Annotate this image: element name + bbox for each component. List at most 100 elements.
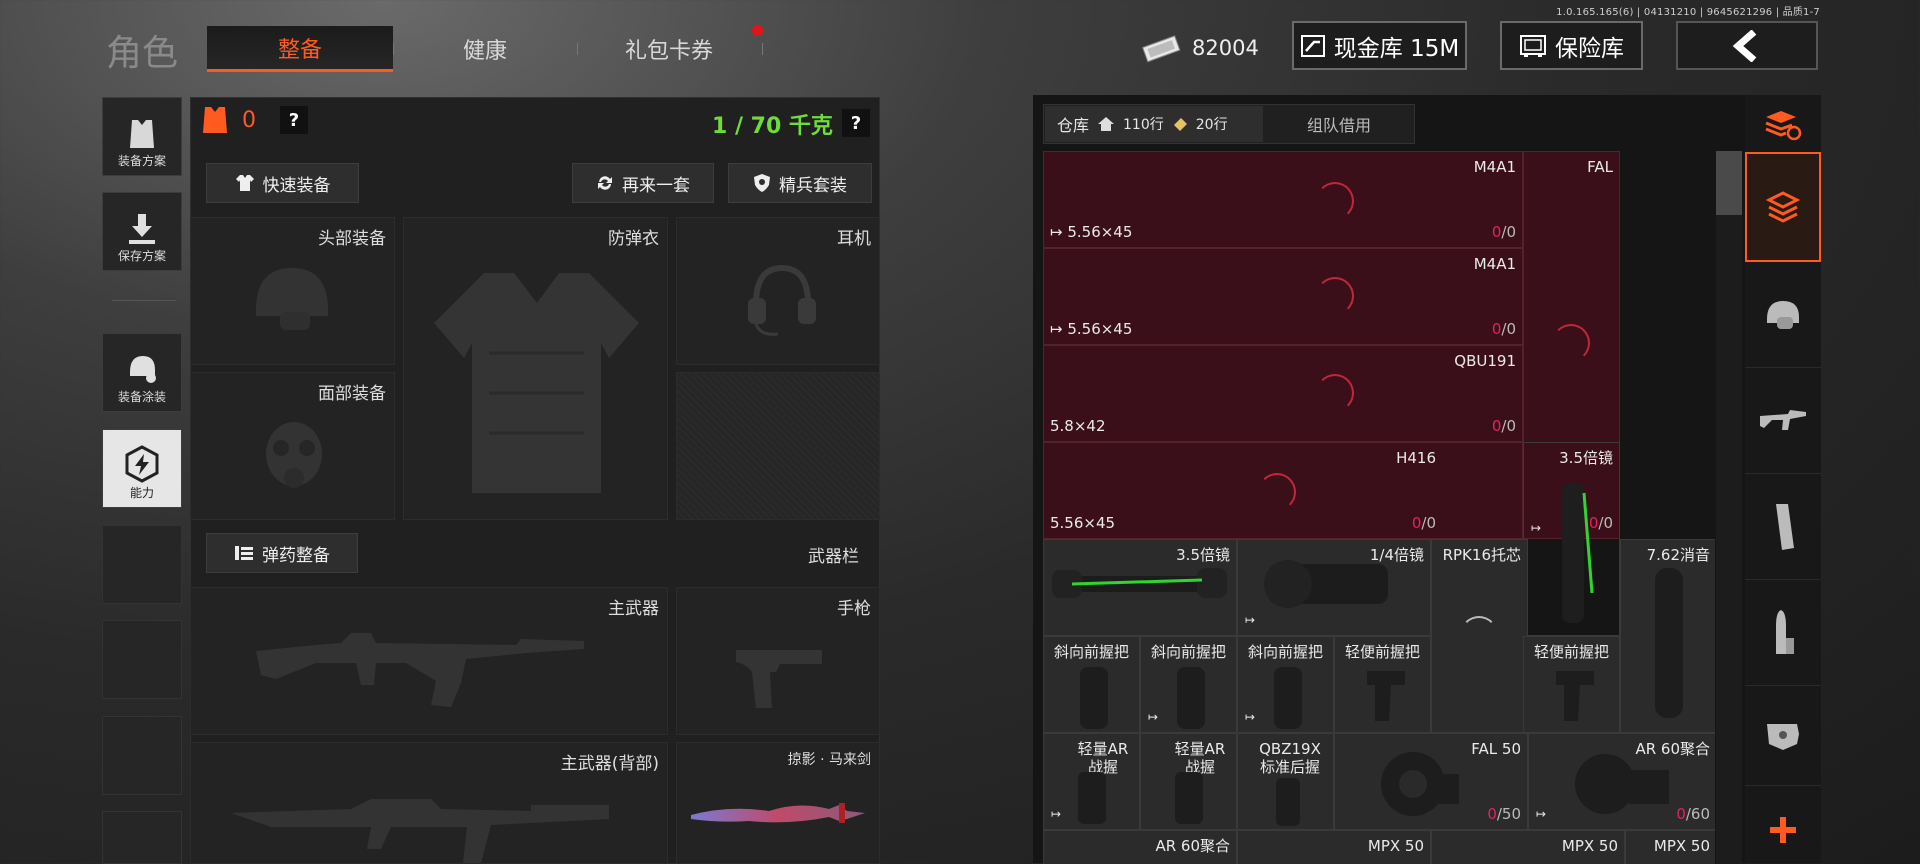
equipment-skin-button[interactable]: 装备涂装 [102,333,182,412]
drum-mag-image [1381,752,1459,816]
pistol-slot[interactable]: 手枪 [676,587,880,735]
primary-back-weapon-slot[interactable]: 主武器(背部) [190,742,668,864]
quick-equip-label: 快速装备 [262,175,331,196]
list-item[interactable]: MPX 50 [1431,830,1625,864]
ability-label: 能力 [129,486,154,500]
tab-team-borrow[interactable]: 组队借用 [1265,106,1413,142]
tab-warehouse[interactable]: 仓库 110行 20行 [1045,106,1263,142]
add-category-button[interactable] [1745,796,1821,864]
list-item[interactable]: M4A1 ↦ 5.56×45 0/0 [1043,151,1523,248]
list-item[interactable]: 7.62消音 [1620,539,1715,733]
warehouse-scrollbar[interactable] [1716,151,1742,864]
list-item[interactable]: 斜向前握把 [1043,636,1140,733]
list-item[interactable]: 轻量AR战握 [1140,733,1237,830]
grip-image [1276,778,1300,826]
item-count: 0/0 [1411,514,1436,532]
list-item[interactable]: 3.5倍镜 ↦ [1523,442,1620,636]
scrollbar-thumb[interactable] [1716,151,1742,215]
list-item[interactable]: QBU191 5.8×42 0/0 [1043,345,1523,442]
primary-weapon-slot[interactable]: 主武器 [190,587,668,735]
ability-button[interactable]: 能力 [102,429,182,508]
headset-silhouette-icon [748,264,816,336]
list-item[interactable]: H416 5.56×45 0/0 [1043,442,1523,539]
cash-vault-button[interactable]: 现金库 15M [1292,21,1467,70]
back-button[interactable] [1676,21,1818,70]
melee-label: 掠影 · 马来剑 [787,752,871,768]
loading-spinner-icon [1460,616,1498,654]
list-item[interactable]: AR 60聚合 [1043,830,1237,864]
layers-icon [1766,191,1800,223]
elite-set-button[interactable]: 精兵套装 [728,163,872,203]
tab-equip[interactable]: 整备 [207,26,393,72]
download-icon [129,214,155,244]
list-item[interactable]: M4A1 ↦ 5.56×45 0/0 [1043,248,1523,345]
category-all-button[interactable] [1745,152,1821,262]
bullet-icon [1776,609,1794,654]
item-name: 7.62消音 [1646,546,1710,564]
list-item[interactable]: 斜向前握把 ↦ [1237,636,1334,733]
face-gear-label: 面部装备 [318,384,386,404]
item-name: 3.5倍镜 [1559,449,1613,467]
helmet-icon [1767,300,1799,329]
rifle-silhouette-icon [231,799,609,863]
list-item[interactable]: FAL 50 0/50 [1334,733,1528,830]
list-item[interactable]: 轻便前握把 [1523,636,1620,733]
loading-spinner-icon [1316,374,1354,412]
list-item[interactable]: AR 60聚合 ↦ 0/60 [1528,733,1715,830]
loadout-plan-button[interactable]: 装备方案 [102,97,182,176]
armor-count: 0 [242,107,256,133]
sidebar-empty-slot [102,525,182,604]
list-item[interactable]: MPX 50 [1625,830,1715,864]
category-ammo-button[interactable] [1745,580,1821,686]
warehouse-grid: M4A1 ↦ 5.56×45 0/0 FAL M4A1 ↦ 5.56×45 0/… [1043,151,1715,864]
category-attachments-button[interactable] [1745,686,1821,786]
armor-help-button[interactable]: ? [280,106,308,134]
cash-vault-label: 现金库 15M [1333,35,1460,62]
item-name: QBU191 [1454,352,1516,370]
melee-slot[interactable]: 掠影 · 马来剑 [676,742,880,864]
category-magazines-button[interactable] [1745,474,1821,580]
body-armor-label: 防弹衣 [608,229,659,249]
scope-image [1052,568,1227,598]
item-count: 0/0 [1491,417,1516,435]
list-item[interactable]: 轻便前握把 [1334,636,1431,733]
equipment-skin-label: 装备涂装 [117,390,166,404]
again-set-button[interactable]: 再来一套 [572,163,714,203]
list-item[interactable]: RPK16托芯 [1431,539,1528,733]
tab-divider [762,43,763,55]
tab-gift-cards[interactable]: 礼包卡券 [584,26,754,72]
safe-vault-button[interactable]: 保险库 [1500,21,1643,70]
weight-help-button[interactable]: ? [842,109,870,137]
category-gear-button[interactable] [1745,262,1821,368]
head-gear-slot[interactable]: 头部装备 [190,217,395,365]
lightning-hex-icon [125,445,159,483]
save-plan-button[interactable]: 保存方案 [102,192,182,271]
ammo-prep-button[interactable]: 弹药整备 [206,533,358,573]
list-item[interactable]: QBZ19X标准后握 [1237,733,1334,830]
headset-slot[interactable]: 耳机 [676,217,880,365]
category-weapons-button[interactable] [1745,368,1821,474]
item-caliber: 5.56×45 [1050,514,1116,532]
grip-image [1078,772,1106,824]
sort-refresh-button[interactable] [1745,95,1821,155]
item-name: QBZ19X标准后握 [1259,740,1321,776]
tab-health[interactable]: 健康 [400,26,570,72]
headset-label: 耳机 [837,229,871,249]
sidebar-empty-slot [102,716,182,795]
list-item[interactable]: 1/4倍镜 ↦ [1237,539,1431,636]
body-armor-slot[interactable]: 防弹衣 [403,217,668,520]
face-gear-slot[interactable]: 面部装备 [190,372,395,520]
item-name: AR 60聚合 [1155,837,1230,855]
list-item[interactable]: MPX 50 [1237,830,1431,864]
list-item[interactable]: 3.5倍镜 [1043,539,1237,636]
back-arrow-icon [1732,29,1757,62]
item-name: FAL [1587,158,1613,176]
list-item[interactable]: 斜向前握把 ↦ [1140,636,1237,733]
cash-icon [1142,35,1181,63]
expand-icon: ↦ [1531,521,1542,535]
expand-icon: ↦ [1536,807,1547,821]
quick-equip-button[interactable]: 快速装备 [206,163,359,203]
shirt-icon [235,175,254,191]
list-item[interactable]: 轻量AR战握 ↦ [1043,733,1140,830]
stack-refresh-icon [1765,111,1802,141]
